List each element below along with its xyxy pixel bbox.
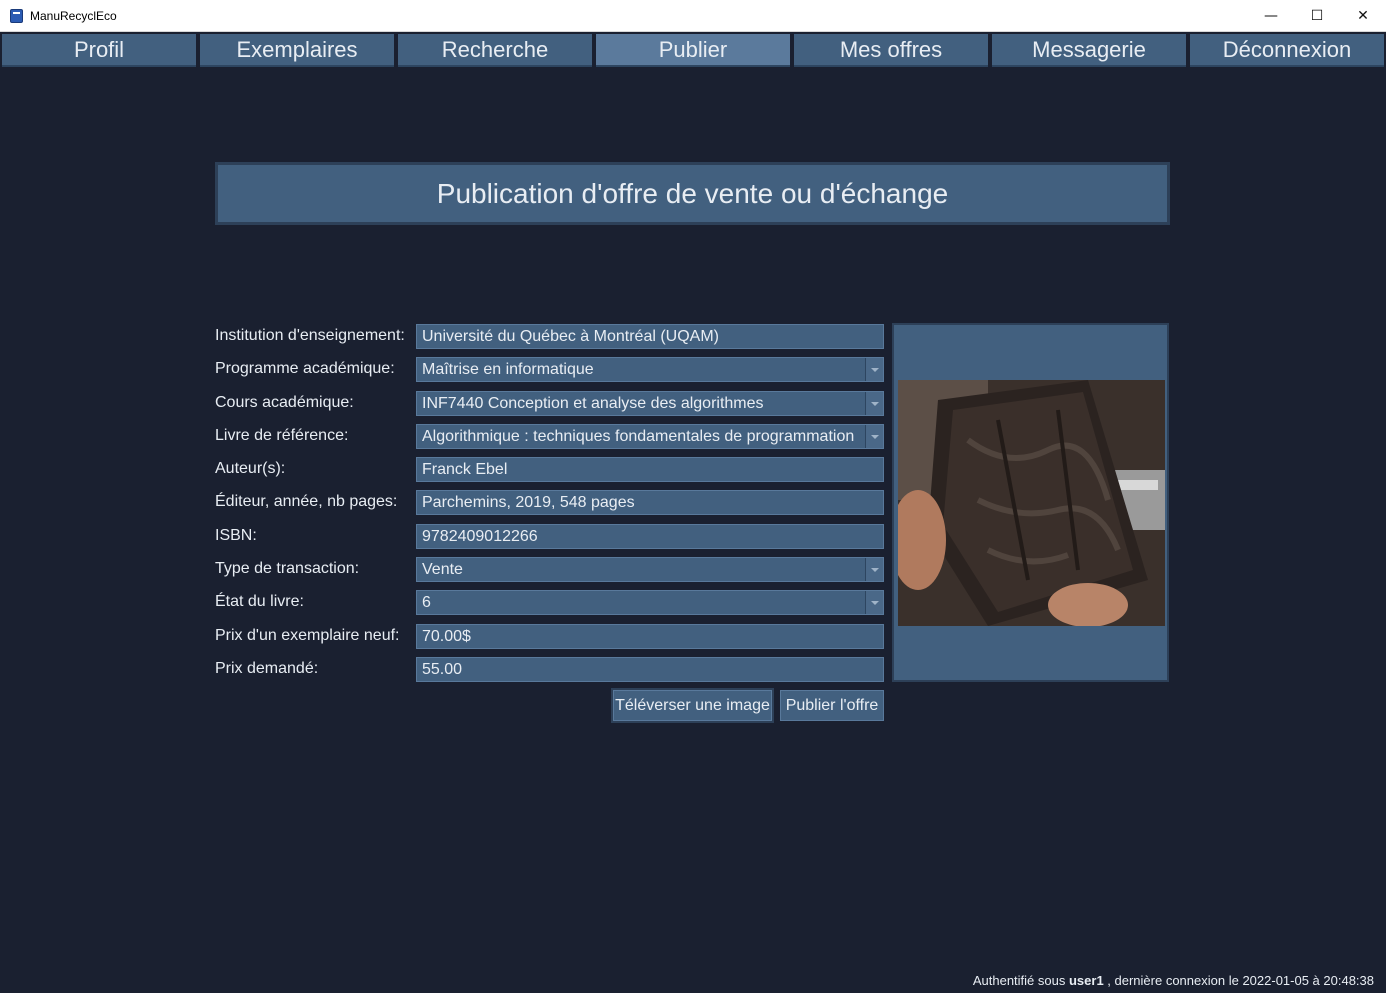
upload-image-button[interactable]: Téléverser une image xyxy=(611,688,774,723)
title-bar: ManuRecyclEco — ☐ ✕ xyxy=(0,0,1386,32)
prix-neuf-field[interactable]: 70.00$ xyxy=(416,624,884,649)
etat-select[interactable]: 6 xyxy=(416,590,884,615)
book-image xyxy=(898,380,1165,626)
prix-demande-field[interactable]: 55.00 xyxy=(416,657,884,682)
menu-item-profil[interactable]: Profil xyxy=(2,34,196,67)
livre-label: Livre de référence: xyxy=(215,427,349,444)
transaction-select[interactable]: Vente xyxy=(416,557,884,582)
programme-select[interactable]: Maîtrise en informatique xyxy=(416,357,884,382)
prix-neuf-label: Prix d'un exemplaire neuf: xyxy=(215,627,400,644)
institution-field[interactable]: Université du Québec à Montréal (UQAM) xyxy=(416,324,884,349)
programme-label: Programme académique: xyxy=(215,360,395,377)
status-username: user1 xyxy=(1068,973,1104,988)
chevron-down-icon[interactable] xyxy=(865,591,883,614)
livre-select[interactable]: Algorithmique : techniques fondamentales… xyxy=(416,424,884,449)
menu-item-messagerie[interactable]: Messagerie xyxy=(992,34,1186,67)
chevron-down-icon[interactable] xyxy=(865,358,883,381)
app-icon xyxy=(10,8,23,23)
institution-label: Institution d'enseignement: xyxy=(215,327,405,344)
page-title: Publication d'offre de vente ou d'échang… xyxy=(215,162,1170,225)
editeur-label: Éditeur, année, nb pages: xyxy=(215,493,398,510)
main-menu: Profil Exemplaires Recherche Publier Mes… xyxy=(0,33,1386,70)
chevron-down-icon[interactable] xyxy=(865,558,883,581)
maximize-button[interactable]: ☐ xyxy=(1294,0,1340,31)
menu-item-mes-offres[interactable]: Mes offres xyxy=(794,34,988,67)
programme-value: Maîtrise en informatique xyxy=(422,361,594,378)
app-window: ManuRecyclEco — ☐ ✕ Profil Exemplaires R… xyxy=(0,0,1386,993)
isbn-label: ISBN: xyxy=(215,527,257,544)
cours-select[interactable]: INF7440 Conception et analyse des algori… xyxy=(416,391,884,416)
minimize-button[interactable]: — xyxy=(1248,0,1294,31)
cours-value: INF7440 Conception et analyse des algori… xyxy=(422,395,764,412)
book-image-panel xyxy=(892,323,1169,682)
menu-item-exemplaires[interactable]: Exemplaires xyxy=(200,34,394,67)
status-last-login: , dernière connexion le 2022-01-05 à 20:… xyxy=(1103,973,1374,988)
etat-value: 6 xyxy=(422,594,431,611)
chevron-down-icon[interactable] xyxy=(865,392,883,415)
menu-item-publier[interactable]: Publier xyxy=(596,34,790,67)
close-button[interactable]: ✕ xyxy=(1340,0,1386,31)
transaction-value: Vente xyxy=(422,561,463,578)
cours-label: Cours académique: xyxy=(215,394,354,411)
chevron-down-icon[interactable] xyxy=(865,425,883,448)
menu-item-deconnexion[interactable]: Déconnexion xyxy=(1190,34,1384,67)
window-controls: — ☐ ✕ xyxy=(1248,0,1386,31)
etat-label: État du livre: xyxy=(215,593,304,610)
livre-value: Algorithmique : techniques fondamentales… xyxy=(422,428,855,445)
prix-demande-label: Prix demandé: xyxy=(215,660,319,677)
auteurs-label: Auteur(s): xyxy=(215,460,286,477)
status-prefix: Authentifié sous xyxy=(972,973,1069,988)
transaction-label: Type de transaction: xyxy=(215,560,360,577)
window-title: ManuRecyclEco xyxy=(30,8,117,23)
publish-offer-button[interactable]: Publier l'offre xyxy=(780,690,884,721)
book-photo xyxy=(898,380,1165,626)
editeur-field[interactable]: Parchemins, 2019, 548 pages xyxy=(416,490,884,515)
status-bar: Authentifié sous user1 , dernière connex… xyxy=(973,971,1374,991)
isbn-field[interactable]: 9782409012266 xyxy=(416,524,884,549)
menu-item-recherche[interactable]: Recherche xyxy=(398,34,592,67)
auteurs-field[interactable]: Franck Ebel xyxy=(416,457,884,482)
